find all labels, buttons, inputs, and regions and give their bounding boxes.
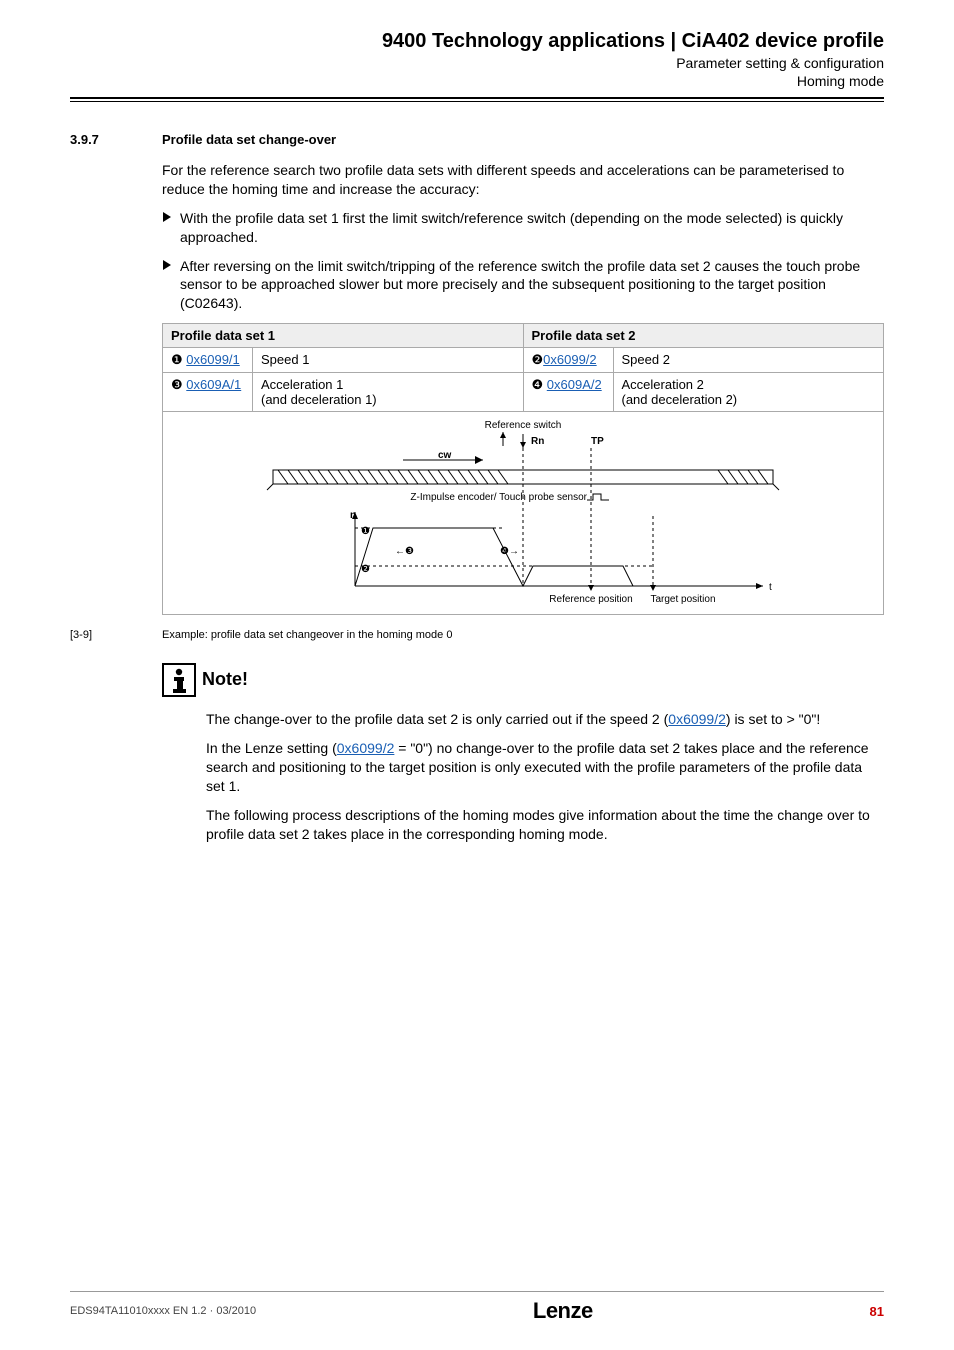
index-link[interactable]: 0x609A/2 [547, 377, 602, 392]
diagram-label-tgt-pos: Target position [650, 594, 715, 605]
profile-data-set-table: Profile data set 1 Profile data set 2 ❶ … [162, 323, 884, 412]
table-cell: Speed 1 [253, 348, 524, 373]
section-title: Profile data set change-over [162, 132, 336, 147]
index-link[interactable]: 0x6099/2 [543, 352, 597, 367]
marker-1: ❶ [171, 352, 183, 367]
index-link[interactable]: 0x6099/1 [186, 352, 240, 367]
homing-diagram: Reference switch Rn TP cw Z-Impulse enco… [162, 412, 884, 615]
table-row: ❸ 0x609A/1 Acceleration 1 (and decelerat… [163, 373, 884, 412]
index-link[interactable]: 0x6099/2 [337, 740, 395, 756]
intro-para: For the reference search two profile dat… [162, 161, 884, 199]
table-cell: Acceleration 1 (and deceleration 1) [253, 373, 524, 412]
diagram-label-tp: TP [591, 436, 604, 447]
diagram-label-zprobe: Z-Impulse encoder/ Touch probe sensor [410, 492, 587, 503]
table-row: ❶ 0x6099/1 Speed 1 ❷0x6099/2 Speed 2 [163, 348, 884, 373]
table-header-1: Profile data set 1 [163, 324, 524, 348]
marker-3: ❸ [171, 377, 183, 392]
bullet-item: With the profile data set 1 first the li… [162, 209, 884, 247]
table-header-2: Profile data set 2 [523, 324, 884, 348]
bullet-text: With the profile data set 1 first the li… [180, 209, 884, 247]
diagram-marker-1: ❶ [361, 526, 370, 537]
section-number: 3.9.7 [70, 132, 162, 147]
brand-logo: Lenze [533, 1298, 593, 1324]
footer-doc-id: EDS94TA11010xxxx EN 1.2 · 03/2010 [70, 1305, 256, 1317]
diagram-label-ref-pos: Reference position [549, 594, 632, 605]
diagram-marker-4: ❹→ [500, 546, 519, 557]
marker-2: ❷ [532, 352, 544, 367]
note-para-2: In the Lenze setting (0x6099/2 = "0") no… [206, 739, 884, 796]
figure-caption-number: [3-9] [70, 629, 162, 641]
figure-caption-text: Example: profile data set changeover in … [162, 629, 452, 641]
doc-subtitle-2: Homing mode [70, 73, 884, 89]
triangle-bullet-icon [162, 257, 180, 314]
table-cell: Acceleration 2 (and deceleration 2) [613, 373, 884, 412]
bullet-text: After reversing on the limit switch/trip… [180, 257, 884, 314]
marker-4: ❹ [532, 377, 544, 392]
diagram-label-ref-switch: Reference switch [485, 420, 562, 431]
index-link[interactable]: 0x609A/1 [186, 377, 241, 392]
bullet-item: After reversing on the limit switch/trip… [162, 257, 884, 314]
header-rule-thin [70, 101, 884, 102]
info-icon [162, 663, 202, 702]
doc-subtitle-1: Parameter setting & configuration [70, 55, 884, 71]
index-link[interactable]: 0x6099/2 [668, 711, 726, 727]
diagram-marker-2: ❷ [361, 564, 370, 575]
header-rule-thick [70, 97, 884, 99]
footer-rule [70, 1291, 884, 1292]
diagram-label-t: t [769, 582, 772, 593]
doc-title: 9400 Technology applications | CiA402 de… [70, 30, 884, 53]
triangle-bullet-icon [162, 209, 180, 247]
diagram-label-cw: cw [438, 450, 452, 461]
diagram-marker-3: ←❸ [395, 546, 414, 557]
page-number: 81 [870, 1304, 884, 1319]
note-para-1: The change-over to the profile data set … [206, 710, 884, 729]
table-cell: Speed 2 [613, 348, 884, 373]
note-para-3: The following process descriptions of th… [206, 806, 884, 844]
diagram-label-rn: Rn [531, 436, 544, 447]
note-title: Note! [202, 669, 248, 690]
